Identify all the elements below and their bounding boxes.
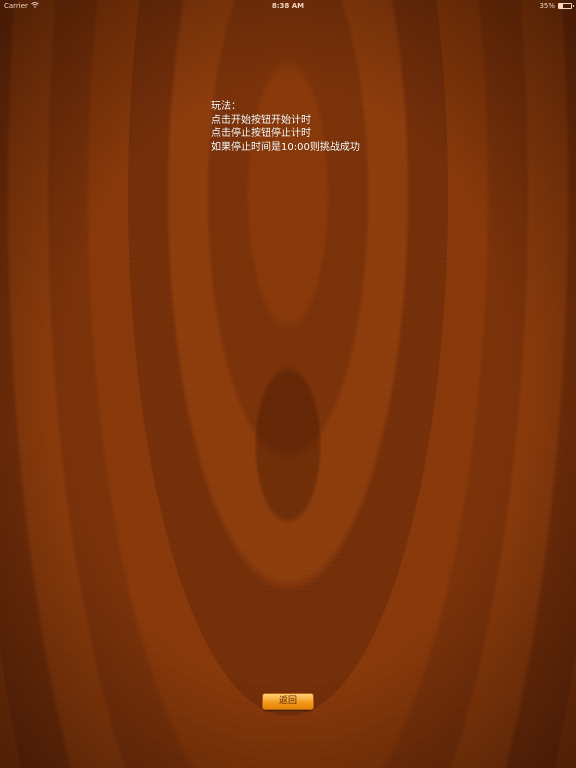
instructions-line-stop: 点击停止按钮停止计时 [211,128,311,139]
instructions-title: 玩法： [211,101,241,112]
status-time: 8:38 AM [271,2,305,10]
back-button[interactable]: 返回 [262,693,314,710]
status-bar: Carrier 8:38 AM 35% [0,0,576,14]
battery-percent: 35% [539,2,555,10]
battery-fill [559,4,564,8]
battery-icon [558,3,574,9]
status-right: 35% [539,2,574,10]
instructions-text: 玩法： 点击开始按钮开始计时 点击停止按钮停止计时 如果停止时间是10:00则挑… [211,100,360,154]
instructions-line-success: 如果停止时间是10:00则挑战成功 [211,141,360,153]
instructions-line-start: 点击开始按钮开始计时 [211,114,311,126]
